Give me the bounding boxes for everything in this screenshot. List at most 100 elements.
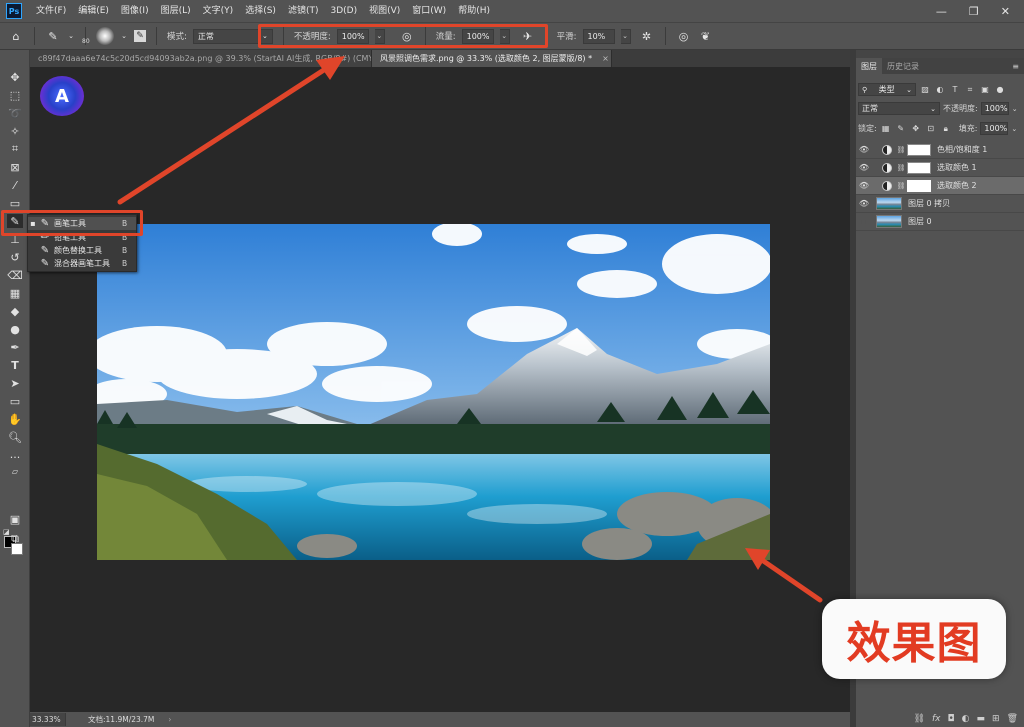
flyout-item-mixer-brush[interactable]: ✎ 混合器画笔工具 B — [28, 257, 136, 270]
layer-row[interactable]: 👁︎ ⛓︎ 色相/饱和度 1 — [856, 141, 1024, 159]
crop-tool-icon[interactable]: ⌗ — [7, 142, 23, 156]
link-icon[interactable]: ⛓︎ — [896, 182, 906, 190]
ruler-tool-icon[interactable]: ▭ — [7, 196, 23, 210]
menu-help[interactable]: 帮助(H) — [452, 0, 496, 22]
chevron-down-icon[interactable]: ⌄ — [1012, 105, 1018, 113]
screen-mode-icon[interactable]: ⧉ — [7, 532, 23, 546]
filter-shape-icon[interactable]: ⌗ — [964, 84, 976, 96]
layer-mask-thumbnail[interactable] — [907, 161, 931, 174]
path-select-tool-icon[interactable]: ➤ — [7, 376, 23, 390]
menu-file[interactable]: 文件(F) — [30, 0, 72, 22]
zoom-tool-icon[interactable]: 🔍︎ — [7, 430, 23, 444]
chevron-down-icon[interactable]: ⌄ — [67, 28, 75, 44]
new-adjustment-icon[interactable]: ◐ — [962, 714, 970, 724]
minimize-button[interactable]: — — [936, 5, 947, 18]
quick-select-tool-icon[interactable]: ✧ — [7, 124, 23, 138]
lock-transparent-icon[interactable]: ▦ — [880, 123, 892, 135]
chevron-right-icon[interactable]: › — [168, 715, 171, 724]
zoom-field[interactable]: 33.33% — [30, 713, 66, 726]
pen-tool-icon[interactable]: ✒ — [7, 340, 23, 354]
smoothing-dropdown[interactable]: ⌄ — [620, 28, 631, 44]
edit-toolbar-icon[interactable]: ▱ — [7, 464, 23, 478]
document-tab[interactable]: c89f47daaa6e74c5c20d5cd94093ab2a.png @ 3… — [30, 50, 372, 67]
history-brush-tool-icon[interactable]: ↺ — [7, 250, 23, 264]
menu-type[interactable]: 文字(Y) — [197, 0, 240, 22]
layer-mask-thumbnail[interactable] — [907, 143, 931, 156]
frame-tool-icon[interactable]: ⊠ — [7, 160, 23, 174]
hand-tool-icon[interactable]: ✋ — [7, 412, 23, 426]
new-group-icon[interactable]: ▬ — [977, 714, 986, 724]
menu-image[interactable]: 图像(I) — [115, 0, 155, 22]
mode-label: 模式: — [167, 32, 187, 42]
landscape-photo[interactable] — [97, 224, 770, 560]
close-button[interactable]: ✕ — [1001, 5, 1010, 18]
rectangle-tool-icon[interactable]: ▭ — [7, 394, 23, 408]
menu-layer[interactable]: 图层(L) — [155, 0, 197, 22]
menu-window[interactable]: 窗口(W) — [406, 0, 452, 22]
layer-row[interactable]: 👁︎ 图层 0 拷贝 — [856, 195, 1024, 213]
layer-row[interactable]: ▫ 图层 0 — [856, 213, 1024, 231]
add-mask-icon[interactable]: ◘ — [948, 714, 955, 724]
eye-icon[interactable]: 👁︎ — [856, 145, 872, 154]
eye-icon[interactable]: 👁︎ — [856, 181, 872, 190]
filter-adjustment-icon[interactable]: ◐ — [934, 84, 946, 96]
menu-filter[interactable]: 滤镜(T) — [282, 0, 325, 22]
marquee-tool-icon[interactable]: ⬚ — [7, 88, 23, 102]
brush-settings-panel-icon[interactable]: ✎ — [134, 30, 146, 42]
link-icon[interactable]: ⛓︎ — [896, 146, 906, 154]
lock-all-icon[interactable]: 🔒︎ — [940, 123, 952, 135]
chevron-down-icon[interactable]: ⌄ — [120, 28, 128, 44]
layer-row-selected[interactable]: 👁︎ ⛓︎ 选取颜色 2 — [856, 177, 1024, 195]
symmetry-icon[interactable]: ❦ — [698, 28, 714, 44]
menu-3d[interactable]: 3D(D) — [324, 0, 363, 22]
more-tools-icon[interactable]: ··· — [7, 450, 23, 464]
filter-type-icon[interactable]: T — [949, 84, 961, 96]
gradient-tool-icon[interactable]: ▦ — [7, 286, 23, 300]
layer-mask-thumbnail[interactable] — [907, 179, 931, 192]
quick-mask-icon[interactable]: ▣ — [7, 512, 23, 526]
eye-icon[interactable]: 👁︎ — [856, 199, 872, 208]
layer-opacity-field[interactable]: 100% — [980, 102, 1009, 115]
chevron-down-icon[interactable]: ⌄ — [1011, 125, 1017, 133]
menu-edit[interactable]: 编辑(E) — [72, 0, 115, 22]
filter-smartobject-icon[interactable]: ▣ — [979, 84, 991, 96]
eyedropper-tool-icon[interactable]: ⁄ — [7, 178, 23, 192]
eraser-tool-icon[interactable]: ⌫ — [7, 268, 23, 282]
gear-icon[interactable]: ✲ — [639, 28, 655, 44]
layer-filter-select[interactable]: ⚲ 类型 ⌄ — [858, 83, 916, 96]
pressure-size-icon[interactable]: ◎ — [676, 28, 692, 44]
fx-icon[interactable]: fx — [932, 714, 941, 724]
tab-layers[interactable]: 图层 — [856, 58, 882, 74]
new-layer-icon[interactable]: ⊞ — [992, 714, 1000, 724]
lasso-tool-icon[interactable]: ➰ — [7, 106, 23, 120]
eye-icon[interactable]: 👁︎ — [856, 163, 872, 172]
panel-menu-icon[interactable]: ≡ — [1012, 58, 1024, 74]
blend-mode-select[interactable]: 正常 ⌄ — [858, 102, 940, 115]
dodge-tool-icon[interactable]: ● — [7, 322, 23, 336]
lock-position-icon[interactable]: ✥ — [910, 123, 922, 135]
blur-tool-icon[interactable]: ◆ — [7, 304, 23, 318]
maximize-button[interactable]: ❐ — [969, 5, 979, 18]
link-icon[interactable]: ⛓︎ — [896, 164, 906, 172]
smoothing-field[interactable]: 10% — [582, 28, 615, 44]
filter-pixel-icon[interactable]: ▨ — [919, 84, 931, 96]
close-tab-icon[interactable]: × — [602, 54, 609, 63]
brush-preset-picker[interactable] — [96, 27, 114, 45]
menu-select[interactable]: 选择(S) — [239, 0, 282, 22]
fill-field[interactable]: 100% — [980, 122, 1009, 135]
link-layers-icon[interactable]: ⛓︎ — [914, 714, 925, 724]
home-icon[interactable]: ⌂ — [8, 28, 24, 44]
layer-row[interactable]: 👁︎ ⛓︎ 选取颜色 1 — [856, 159, 1024, 177]
type-tool-icon[interactable]: T — [7, 358, 23, 372]
move-tool-icon[interactable]: ✥ — [7, 70, 23, 84]
eye-hidden-icon[interactable]: ▫ — [856, 217, 872, 226]
lock-artboard-icon[interactable]: ⊡ — [925, 123, 937, 135]
menu-view[interactable]: 视图(V) — [363, 0, 406, 22]
brush-tool-icon[interactable]: ✎ — [45, 28, 61, 44]
flyout-item-color-replacement[interactable]: ✎ 颜色替换工具 B — [28, 244, 136, 257]
filter-toggle-icon[interactable]: ● — [994, 84, 1006, 96]
lock-image-icon[interactable]: ✎ — [895, 123, 907, 135]
document-tab-active[interactable]: 风景照调色需求.png @ 33.3% (选取颜色 2, 图层蒙版/8) * × — [372, 50, 612, 67]
tab-history[interactable]: 历史记录 — [882, 58, 924, 74]
trash-icon[interactable]: 🗑︎ — [1007, 714, 1018, 724]
